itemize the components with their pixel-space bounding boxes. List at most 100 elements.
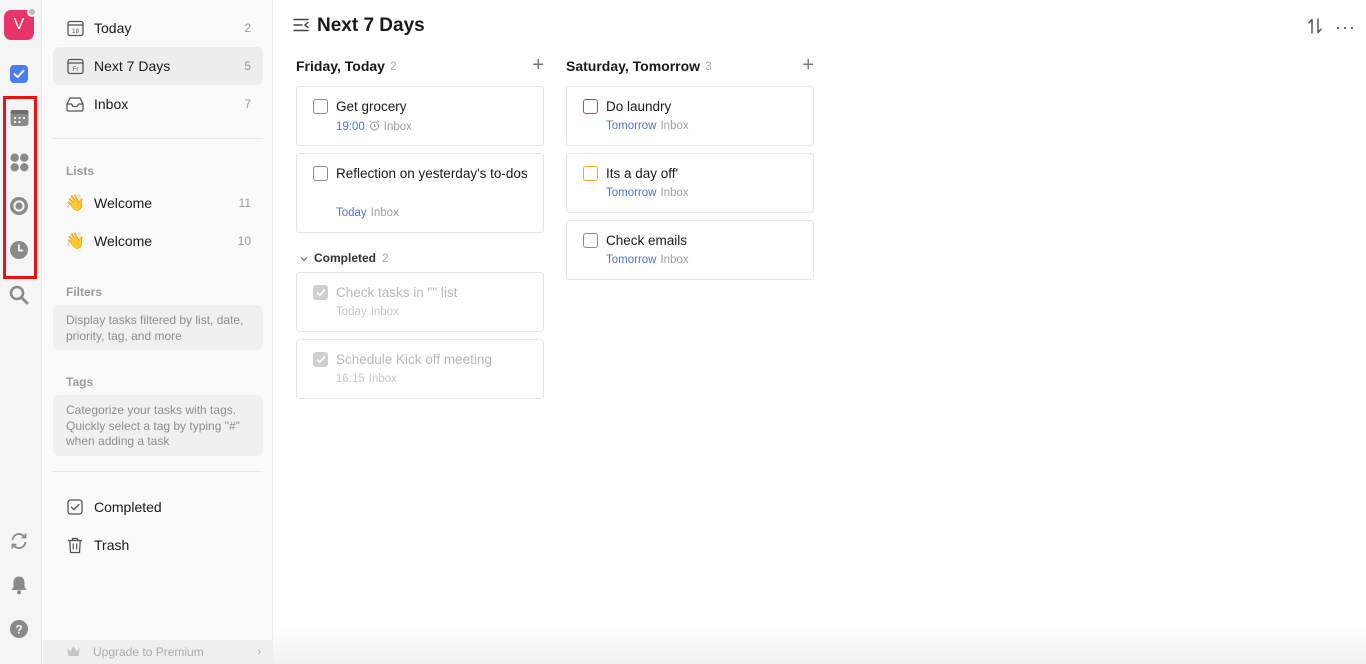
tags-hint[interactable]: Categorize your tasks with tags. Quickly… xyxy=(53,395,263,456)
sidebar-item-label: Today xyxy=(94,20,132,36)
trash-icon xyxy=(66,536,84,554)
crown-icon xyxy=(66,645,81,660)
task-list: Inbox xyxy=(383,121,412,133)
task-checkbox-checked[interactable] xyxy=(313,352,328,367)
task-date: 16:15 xyxy=(336,373,365,385)
avatar-letter: V xyxy=(13,16,25,33)
icon-rail: V ? xyxy=(0,0,42,664)
task-card[interactable]: Its a day off' Tomorrow Inbox xyxy=(566,153,814,213)
highlight-box xyxy=(3,96,37,279)
help-icon[interactable]: ? xyxy=(9,619,29,639)
checkbox-icon[interactable] xyxy=(9,64,29,84)
divider xyxy=(53,138,263,139)
sync-icon[interactable] xyxy=(9,531,29,551)
sidebar-item-label: Inbox xyxy=(94,96,129,112)
more-options-icon[interactable]: ··· xyxy=(1335,17,1356,38)
sidebar-item-list[interactable]: 👋 Welcome 10 xyxy=(53,222,263,260)
task-title: Reflection on yesterday's to-dos xyxy=(336,166,528,181)
column-count: 3 xyxy=(705,59,712,73)
search-icon[interactable] xyxy=(9,285,29,305)
task-title: Get grocery xyxy=(336,99,407,114)
chevron-down-icon xyxy=(300,251,308,265)
task-card[interactable]: Check emails Tomorrow Inbox xyxy=(566,220,814,280)
task-meta: Today Inbox xyxy=(336,306,399,318)
task-title: Its a day off' xyxy=(606,166,679,181)
sidebar-item-count: 11 xyxy=(238,196,251,210)
column-count: 2 xyxy=(389,59,397,73)
add-task-button[interactable]: + xyxy=(802,55,814,75)
sidebar-item-completed[interactable]: Completed xyxy=(53,488,263,526)
svg-text:Fr: Fr xyxy=(72,66,79,73)
bell-icon[interactable] xyxy=(9,575,29,595)
sidebar-item-label: Completed xyxy=(94,499,162,515)
task-meta: Tomorrow Inbox xyxy=(606,187,689,199)
task-title: Schedule Kick off meeting xyxy=(336,352,492,367)
checkbox-outline-icon xyxy=(66,498,84,516)
filters-hint[interactable]: Display tasks filtered by list, date, pr… xyxy=(53,305,263,350)
task-checkbox[interactable] xyxy=(583,99,598,114)
task-title: Check tasks in "" list xyxy=(336,285,458,300)
completed-task-card[interactable]: Schedule Kick off meeting 16:15 Inbox xyxy=(296,339,544,399)
waving-hand-icon: 👋 xyxy=(65,195,85,212)
avatar-badge xyxy=(27,7,37,17)
task-list: Inbox xyxy=(660,120,689,132)
task-card[interactable]: Do laundry Tomorrow Inbox xyxy=(566,86,814,146)
sidebar-item-inbox[interactable]: Inbox 7 xyxy=(53,85,263,123)
sort-icon[interactable] xyxy=(1308,18,1322,39)
sidebar-item-count: 5 xyxy=(244,59,251,73)
completed-task-card[interactable]: Check tasks in "" list Today Inbox xyxy=(296,272,544,332)
task-list: Inbox xyxy=(660,254,689,266)
sidebar-item-today[interactable]: 18 Today 2 xyxy=(53,9,263,47)
sidebar-item-count: 7 xyxy=(244,97,251,111)
collapse-menu-icon[interactable] xyxy=(293,18,309,37)
chevron-right-icon: › xyxy=(257,646,261,658)
task-title: Check emails xyxy=(606,233,688,248)
day-column-friday: Friday, Today 2 + Get grocery 19:00 Inbo… xyxy=(296,55,544,399)
main-content: Next 7 Days ··· Friday, Today 2 + Get gr… xyxy=(273,0,1366,664)
task-checkbox[interactable] xyxy=(313,99,328,114)
sidebar-item-label: Welcome xyxy=(94,233,153,249)
task-checkbox[interactable] xyxy=(583,233,598,248)
task-card[interactable]: Get grocery 19:00 Inbox xyxy=(296,86,544,146)
task-meta: Tomorrow Inbox xyxy=(606,254,689,266)
sidebar-item-count: 2 xyxy=(244,21,251,35)
alarm-icon xyxy=(369,120,380,134)
completed-count: 2 xyxy=(382,251,389,265)
task-list: Inbox xyxy=(370,306,399,318)
sidebar-item-next-7-days[interactable]: Fr Next 7 Days 5 xyxy=(53,47,263,85)
task-checkbox-checked[interactable] xyxy=(313,285,328,300)
task-list: Inbox xyxy=(368,373,397,385)
task-date: Today xyxy=(336,207,367,219)
column-header: Saturday, Tomorrow 3 + xyxy=(566,55,814,77)
inbox-icon xyxy=(66,95,84,113)
day-column-saturday: Saturday, Tomorrow 3 + Do laundry Tomorr… xyxy=(566,55,814,280)
add-task-button[interactable]: + xyxy=(532,55,544,75)
sidebar: 18 Today 2 Fr Next 7 Days 5 Inbox 7 List… xyxy=(43,0,273,664)
sidebar-item-trash[interactable]: Trash xyxy=(53,526,263,564)
sidebar-item-label: Next 7 Days xyxy=(94,58,171,74)
task-meta: 16:15 Inbox xyxy=(336,373,397,385)
upgrade-premium-button[interactable]: Upgrade to Premium › xyxy=(43,640,273,664)
calendar-fr-icon: Fr xyxy=(66,57,84,75)
task-meta: 19:00 Inbox xyxy=(336,120,412,134)
calendar-18-icon: 18 xyxy=(66,19,84,37)
task-checkbox[interactable] xyxy=(583,166,598,181)
task-meta: Today Inbox xyxy=(336,207,399,219)
completed-section-toggle[interactable]: Completed 2 xyxy=(300,251,389,265)
sidebar-item-count: 10 xyxy=(237,234,251,248)
filters-heading: Filters xyxy=(66,285,103,299)
sidebar-item-label: Welcome xyxy=(94,195,153,211)
task-card[interactable]: Reflection on yesterday's to-dos Today I… xyxy=(296,153,544,233)
tags-heading: Tags xyxy=(66,375,94,389)
svg-text:18: 18 xyxy=(71,28,79,35)
sidebar-item-list[interactable]: 👋 Welcome 11 xyxy=(53,184,263,222)
column-heading: Friday, Today xyxy=(296,58,385,74)
task-date: Today xyxy=(336,306,367,318)
task-meta: Tomorrow Inbox xyxy=(606,120,689,132)
avatar[interactable]: V xyxy=(4,7,37,40)
svg-text:?: ? xyxy=(15,623,22,637)
upgrade-label: Upgrade to Premium xyxy=(93,645,204,659)
task-title: Do laundry xyxy=(606,99,672,114)
task-checkbox[interactable] xyxy=(313,166,328,181)
page-title: Next 7 Days xyxy=(317,15,425,36)
